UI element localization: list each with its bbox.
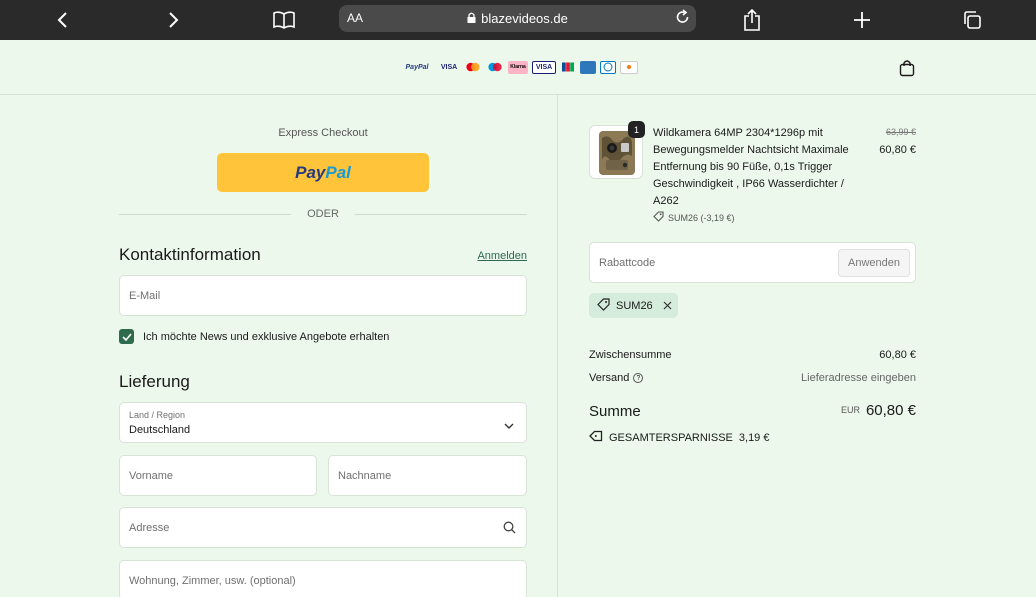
back-icon[interactable]	[50, 7, 76, 33]
paypal-label-pay: Pay	[295, 162, 326, 182]
paypal-label-pal: Pal	[325, 162, 351, 182]
product-discount: SUM26 (-3,19 €)	[653, 211, 735, 224]
diners-club-icon	[600, 60, 616, 74]
remove-code-icon[interactable]	[663, 299, 672, 313]
express-checkout-label: Express Checkout	[278, 127, 368, 139]
tabs-icon[interactable]	[959, 7, 985, 33]
maestro-icon	[486, 61, 504, 74]
visa-card-logo: VISA	[532, 60, 556, 74]
jcb-icon	[560, 61, 576, 74]
newsletter-label: Ich möchte News und exklusive Angebote e…	[143, 331, 390, 343]
email-field[interactable]: E-Mail	[119, 275, 527, 316]
total-value: 60,80 €	[865, 402, 916, 419]
new-tab-icon[interactable]	[849, 7, 875, 33]
browser-toolbar: AA blazevideos.de	[0, 0, 1036, 40]
applied-code-text: SUM26	[616, 299, 653, 312]
or-separator: ODER	[119, 208, 527, 220]
contact-heading: Kontaktinformation	[119, 245, 261, 264]
chevron-down-icon	[504, 417, 514, 435]
help-icon[interactable]: ?	[633, 373, 644, 384]
address-placeholder: Adresse	[129, 522, 170, 534]
visa-logo: VISA	[440, 63, 458, 71]
klarna-logo: Klarna	[508, 60, 528, 74]
forward-icon[interactable]	[160, 7, 186, 33]
discover-icon	[620, 60, 638, 74]
total-currency: EUR	[840, 405, 860, 415]
firstname-placeholder: Vorname	[129, 470, 174, 482]
bookmarks-icon[interactable]	[271, 7, 297, 33]
paypal-button[interactable]: Pay Pal	[217, 153, 429, 192]
applied-code-chip: SUM26	[589, 293, 678, 318]
paypal-logo: PayPal	[405, 63, 429, 71]
product-name: Wildkamera 64MP 2304*1296p mit Bewegungs…	[653, 127, 849, 207]
lastname-placeholder: Nachname	[338, 470, 392, 482]
lastname-field[interactable]: Nachname	[328, 455, 527, 496]
total-value-row: EUR 60,80 €	[841, 402, 916, 419]
savings-value: 3,19 €	[738, 431, 770, 444]
newsletter-checkbox[interactable]	[119, 329, 134, 344]
tag-icon	[597, 297, 610, 314]
reload-icon[interactable]	[675, 9, 690, 28]
old-price: 63,99 €	[885, 127, 916, 137]
savings-label: GESAMTERSPARNISSE	[609, 431, 733, 444]
shipping-label: Versand	[589, 372, 630, 384]
shipping-row: Versand?	[589, 372, 644, 384]
store-header: PayPal VISA Klarna VISA	[0, 40, 1036, 95]
shopping-bag-icon[interactable]	[898, 59, 916, 77]
amex-icon	[580, 60, 596, 74]
login-link[interactable]: Anmelden	[477, 250, 527, 262]
delivery-heading: Lieferung	[119, 372, 190, 391]
address-bar[interactable]: AA blazevideos.de	[339, 5, 696, 32]
total-savings: GESAMTERSPARNISSE 3,19 €	[589, 430, 769, 445]
lock-icon	[467, 12, 476, 26]
email-placeholder: E-Mail	[129, 290, 161, 302]
separator-line-right	[355, 214, 527, 215]
product-price: 60,80 €	[879, 144, 916, 156]
subtotal-value: 60,80 €	[879, 349, 916, 361]
share-icon[interactable]	[739, 7, 765, 33]
apartment-field[interactable]: Wohnung, Zimmer, usw. (optional)	[119, 560, 527, 597]
discount-placeholder: Rabattcode	[599, 257, 656, 269]
search-icon	[503, 521, 516, 539]
quantity-badge: 1	[628, 121, 645, 138]
column-divider	[557, 95, 558, 597]
country-value: Deutschland	[129, 424, 191, 436]
check-icon	[121, 332, 132, 341]
total-label: Summe	[589, 403, 641, 420]
tag-icon	[589, 430, 603, 445]
discount-code-field[interactable]: Rabattcode Anwenden	[589, 242, 916, 283]
apply-discount-button[interactable]: Anwenden	[838, 249, 910, 277]
country-select[interactable]: Land / Region Deutschland	[119, 402, 527, 443]
tag-icon	[653, 211, 664, 224]
subtotal-label: Zwischensumme	[589, 349, 672, 361]
country-label: Land / Region	[129, 410, 186, 420]
apartment-placeholder: Wohnung, Zimmer, usw. (optional)	[129, 575, 296, 587]
product-discount-text: SUM26 (-3,19 €)	[668, 212, 735, 223]
shipping-value: Lieferadresse eingeben	[801, 372, 916, 384]
url-text: blazevideos.de	[481, 11, 568, 26]
url-display: blazevideos.de	[339, 11, 696, 26]
address-field[interactable]: Adresse	[119, 507, 527, 548]
firstname-field[interactable]: Vorname	[119, 455, 317, 496]
payment-logos: PayPal VISA Klarna VISA	[400, 60, 638, 74]
mastercard-icon	[464, 61, 482, 74]
